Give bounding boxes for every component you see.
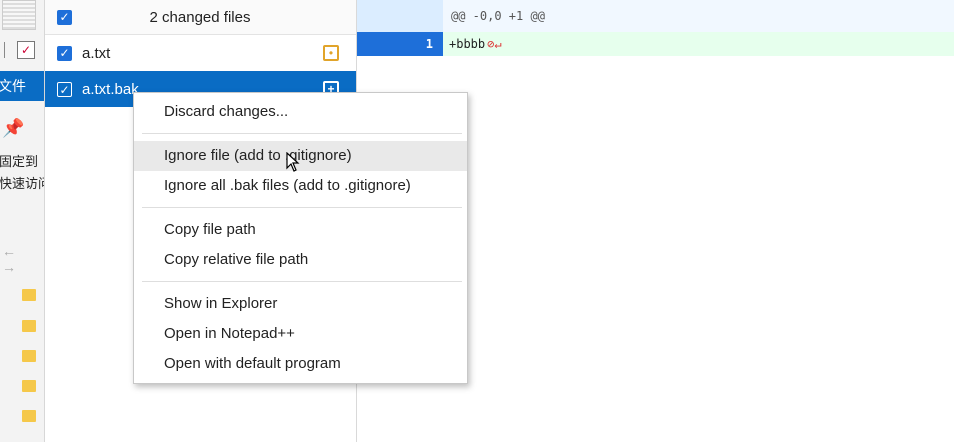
menu-separator [142, 207, 462, 208]
checkbox-icon[interactable]: ✓ [17, 41, 35, 59]
menu-item-label: Open in Notepad++ [164, 325, 295, 342]
file-name: a.txt [82, 44, 111, 62]
explorer-selected-tab[interactable]: 文件 [0, 71, 44, 101]
explorer-selected-label: 文件 [0, 78, 26, 94]
changed-files-header: ✓ 2 changed files [45, 0, 356, 35]
menu-item-open-in-notepad[interactable]: Open in Notepad++ [134, 319, 467, 349]
menu-item-label: Open with default program [164, 355, 341, 372]
toolbar-divider [4, 42, 5, 58]
file-checkbox[interactable]: ✓ [57, 45, 72, 61]
hunk-header: @@ -0,0 +1 @@ [451, 9, 545, 23]
menu-separator [142, 281, 462, 282]
menu-item-ignore-all-bak[interactable]: Ignore all .bak files (add to .gitignore… [134, 171, 467, 201]
modified-status-icon: • [323, 45, 339, 61]
folder-icon[interactable] [22, 320, 36, 332]
hunk-header-row: @@ -0,0 +1 @@ [357, 0, 954, 32]
pin-icon[interactable]: 📌 [2, 118, 24, 139]
folder-icon[interactable] [22, 410, 36, 422]
menu-item-discard-changes[interactable]: Discard changes... [134, 97, 467, 127]
file-name: a.txt.bak [82, 80, 139, 98]
folder-icon[interactable] [22, 350, 36, 362]
menu-item-ignore-file[interactable]: Ignore file (add to .gitignore) [134, 141, 467, 171]
folder-icon[interactable] [22, 289, 36, 301]
explorer-window-edge: ✓ 文件 📌 固定到 快速访问 ← → [0, 0, 45, 442]
thumbnail-preview [2, 0, 36, 30]
menu-item-label: Discard changes... [164, 103, 289, 120]
hunk-gutter [357, 0, 443, 32]
mouse-cursor-icon [286, 152, 300, 172]
menu-item-label: Show in Explorer [164, 295, 278, 312]
nav-arrows[interactable]: ← → [2, 243, 44, 275]
menu-item-label: Copy file path [164, 221, 256, 238]
added-line-row[interactable]: 1 +bbbb ⊘↵ [357, 32, 954, 56]
menu-item-label: Ignore file (add to .gitignore) [164, 147, 352, 164]
added-line-text: +bbbb [449, 37, 486, 51]
menu-item-copy-file-path[interactable]: Copy file path [134, 215, 467, 245]
added-line-code: +bbbb ⊘↵ [449, 32, 502, 56]
menu-item-copy-relative-path[interactable]: Copy relative file path [134, 245, 467, 275]
context-menu: Discard changes... Ignore file (add to .… [133, 92, 468, 384]
no-newline-icon: ⊘↵ [487, 37, 502, 51]
file-checkbox[interactable]: ✓ [57, 81, 72, 97]
menu-separator [142, 133, 462, 134]
menu-item-show-in-explorer[interactable]: Show in Explorer [134, 289, 467, 319]
file-row-a-txt[interactable]: ✓ a.txt • [45, 35, 356, 71]
folder-icon[interactable] [22, 380, 36, 392]
pin-to-quick-access-label[interactable]: 固定到 快速访问 [0, 151, 44, 195]
menu-item-open-with-default[interactable]: Open with default program [134, 349, 467, 379]
menu-item-label: Copy relative file path [164, 251, 309, 268]
changed-files-count: 2 changed files [149, 8, 251, 26]
menu-item-label: Ignore all .bak files (add to .gitignore… [164, 177, 411, 194]
new-line-number: 1 [400, 32, 443, 56]
old-line-gutter [357, 32, 400, 56]
